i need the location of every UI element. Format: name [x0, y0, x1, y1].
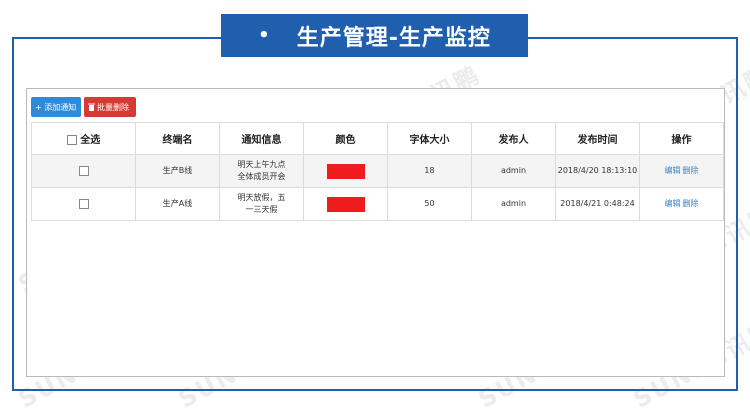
header-message: 通知信息 — [219, 122, 304, 155]
edit-link[interactable]: 编辑 — [665, 199, 681, 208]
header-actions: 操作 — [639, 122, 724, 155]
publisher-cell: admin — [471, 187, 556, 221]
terminal-cell: 生产A线 — [135, 187, 220, 221]
publish-time-cell: 2018/4/21 0:48:24 — [555, 187, 640, 221]
header-font-size: 字体大小 — [387, 122, 472, 155]
toolbar: + 添加通知 批量删除 — [31, 97, 136, 117]
table-header-row: 全选 终端名 通知信息 颜色 字体大小 发布人 发布时间 操作 — [31, 122, 724, 155]
actions-cell: 编辑 删除 — [639, 154, 724, 188]
row-checkbox[interactable] — [78, 198, 89, 209]
batch-delete-button[interactable]: 批量删除 — [84, 97, 136, 117]
font-size-cell: 50 — [387, 187, 472, 221]
header-label: 全选 — [80, 135, 101, 146]
delete-link[interactable]: 删除 — [683, 199, 699, 208]
delete-link[interactable]: 删除 — [683, 166, 699, 175]
batch-delete-label: 批量删除 — [97, 102, 129, 112]
header-select-all: 全选 — [31, 122, 136, 155]
color-cell — [303, 154, 388, 188]
font-size-cell: 18 — [387, 154, 472, 188]
notification-panel: + 添加通知 批量删除 全选 终端名 通知信息 颜色 字体大小 发布人 发布时间… — [26, 88, 725, 377]
row-select-cell — [31, 154, 136, 188]
notification-table: 全选 终端名 通知信息 颜色 字体大小 发布人 发布时间 操作 生产B线 明天上… — [31, 122, 724, 221]
trash-icon — [88, 103, 95, 111]
publish-time-cell: 2018/4/20 18:13:10 — [555, 154, 640, 188]
table-row: 生产B线 明天上午九点全体成员开会 18 admin 2018/4/20 18:… — [31, 154, 724, 188]
header-color: 颜色 — [303, 122, 388, 155]
header-publish-time: 发布时间 — [555, 122, 640, 155]
terminal-cell: 生产B线 — [135, 154, 220, 188]
page-title: 生产管理-生产监控 — [296, 25, 491, 51]
row-select-cell — [31, 187, 136, 221]
message-cell: 明天放假，五一三天假 — [219, 187, 304, 221]
actions-cell: 编辑 删除 — [639, 187, 724, 221]
color-swatch — [326, 196, 365, 212]
header-terminal: 终端名 — [135, 122, 220, 155]
edit-link[interactable]: 编辑 — [665, 166, 681, 175]
title-bullet: • — [258, 25, 271, 46]
publisher-cell: admin — [471, 154, 556, 188]
header-publisher: 发布人 — [471, 122, 556, 155]
color-cell — [303, 187, 388, 221]
page-title-banner: • 生产管理-生产监控 — [221, 14, 528, 57]
select-all-checkbox[interactable] — [66, 135, 77, 145]
color-swatch — [326, 163, 365, 179]
row-checkbox[interactable] — [78, 165, 89, 176]
table-row: 生产A线 明天放假，五一三天假 50 admin 2018/4/21 0:48:… — [31, 187, 724, 221]
add-notification-button[interactable]: + 添加通知 — [31, 97, 81, 117]
message-cell: 明天上午九点全体成员开会 — [219, 154, 304, 188]
